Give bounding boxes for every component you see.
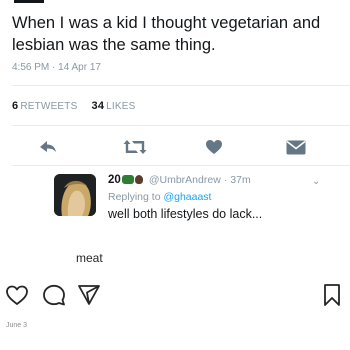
- reply-icon: [40, 141, 56, 152]
- replying-to-line: Replying to @ghaaast: [108, 191, 211, 203]
- emoji-icon: [121, 175, 134, 184]
- divider: [12, 85, 350, 86]
- like-button[interactable]: [202, 135, 226, 159]
- chevron-down-icon[interactable]: ⌄: [312, 176, 320, 187]
- reply-time: · 37m: [223, 174, 251, 186]
- tweet-text: When I was a kid I thought vegetarian an…: [12, 14, 321, 54]
- reply-tweet[interactable]: 20 @UmbrAndrew · 37m Replying to @ghaaas…: [50, 174, 350, 234]
- comment-icon: [43, 284, 65, 306]
- reply-header: 20 @UmbrAndrew · 37m: [108, 174, 251, 186]
- replying-mention-link[interactable]: @ghaaast: [163, 191, 211, 203]
- heart-icon: [6, 285, 28, 305]
- likes-label: LIKES: [106, 101, 136, 112]
- avatar-image: [54, 174, 96, 216]
- reply-handle[interactable]: @UmbrAndrew: [149, 174, 221, 186]
- divider: [12, 125, 350, 126]
- tweet-action-bar: [0, 135, 350, 159]
- post-caption: meat: [76, 251, 103, 265]
- tweet-timestamp: 4:56 PM · 14 Apr 17: [12, 62, 101, 73]
- share-icon: [78, 285, 100, 305]
- top-bar-fragment: [14, 0, 44, 3]
- tweet-stats: 6 RETWEETS 34 LIKES: [12, 100, 136, 112]
- like-button[interactable]: [5, 283, 29, 307]
- divider: [12, 165, 350, 166]
- heart-icon: [206, 140, 222, 154]
- reply-text: well both lifestyles do lack...: [108, 207, 263, 221]
- retweets-count: 6: [12, 100, 19, 112]
- comment-button[interactable]: [42, 283, 66, 307]
- reply-button[interactable]: [36, 135, 60, 159]
- avatar[interactable]: [54, 174, 96, 216]
- retweet-icon: [123, 140, 147, 154]
- post-date: June 3: [6, 322, 28, 329]
- share-button[interactable]: [77, 283, 101, 307]
- instagram-action-bar: [0, 283, 350, 309]
- retweet-button[interactable]: [120, 135, 150, 159]
- emoji-icon: [134, 175, 143, 184]
- likes-count: 34: [91, 100, 105, 112]
- direct-message-button[interactable]: [284, 135, 308, 159]
- retweets-label: RETWEETS: [20, 101, 78, 112]
- likes-stat[interactable]: 34 LIKES: [91, 100, 136, 112]
- bookmark-icon: [324, 284, 340, 306]
- direct-message-icon: [286, 140, 306, 154]
- reply-display-name[interactable]: 20: [108, 174, 121, 186]
- replying-prefix: Replying to: [108, 191, 161, 203]
- retweets-stat[interactable]: 6 RETWEETS: [12, 100, 78, 112]
- bookmark-button[interactable]: [320, 283, 344, 307]
